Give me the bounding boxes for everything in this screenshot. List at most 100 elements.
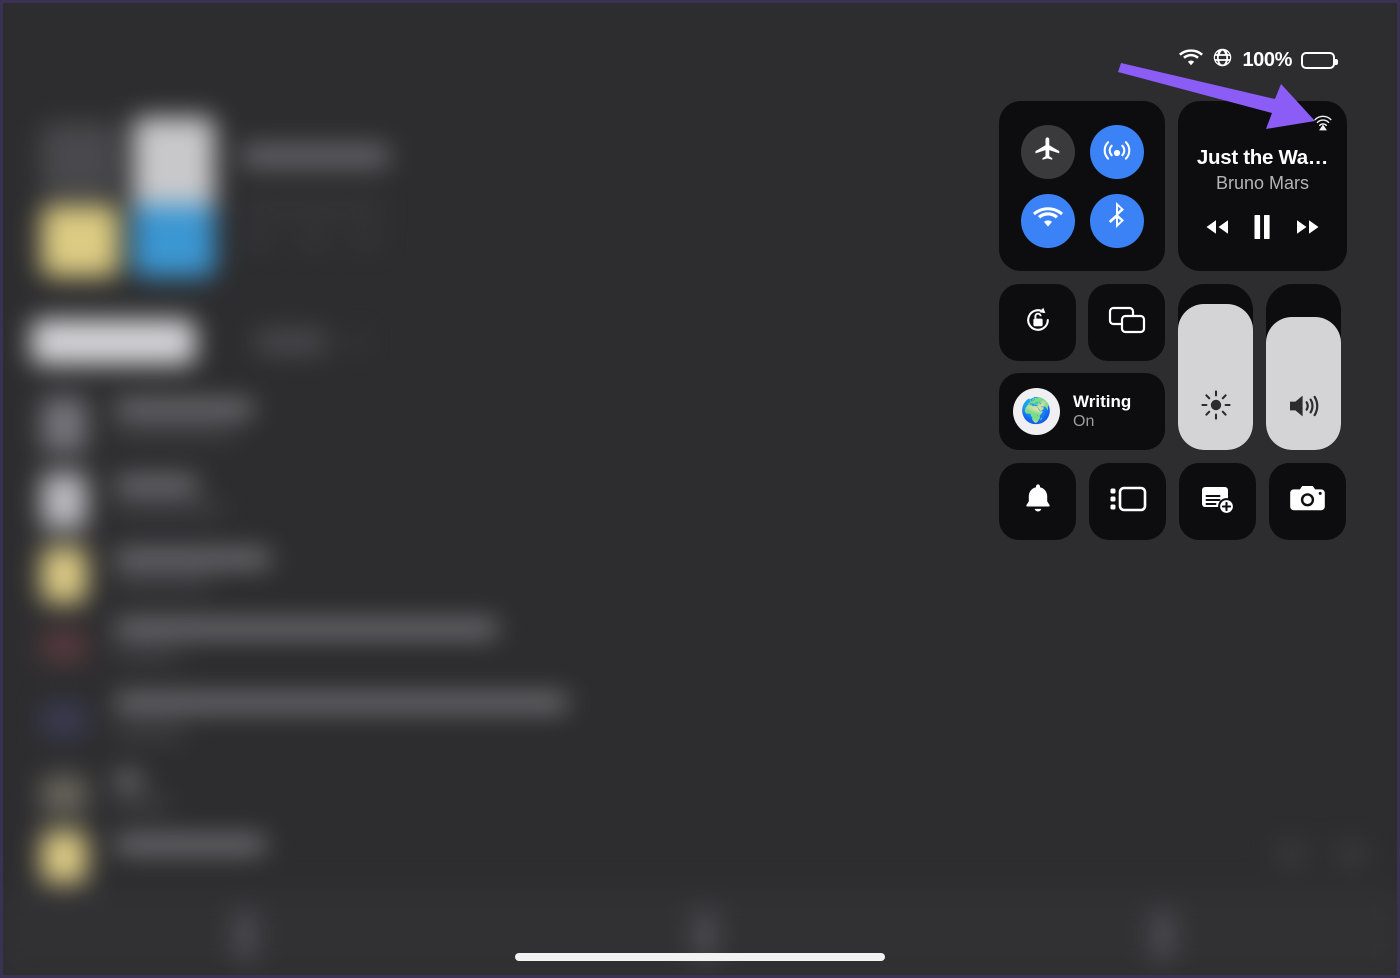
bluetooth-icon (1104, 202, 1130, 239)
wifi-icon (1179, 48, 1204, 72)
mailbox-tile (133, 117, 215, 219)
avatar (41, 775, 87, 815)
screen-mirroring-tile[interactable] (1088, 284, 1165, 361)
control-center-top-row: Just the Wa… Bruno Mars (999, 101, 1347, 271)
rotation-lock-icon (1020, 302, 1056, 343)
avatar (41, 703, 87, 737)
volume-slider[interactable] (1266, 284, 1341, 450)
rewind-icon (1202, 217, 1232, 242)
rotation-lock-tile[interactable] (999, 284, 1076, 361)
row-subtitle (115, 577, 211, 588)
row-subtitle (115, 799, 169, 810)
mailbox-heading (241, 145, 389, 167)
mailbox-tile (133, 205, 215, 277)
list-item (3, 615, 623, 689)
wifi-icon (1032, 206, 1063, 235)
row-subtitle (115, 427, 237, 438)
mailbox-subtext (351, 233, 381, 247)
bluetooth-toggle[interactable] (1089, 193, 1144, 248)
brightness-slider[interactable] (1178, 284, 1253, 450)
fast-forward-icon (1293, 217, 1323, 242)
silent-mode-tile[interactable] (999, 463, 1076, 540)
rewind-button[interactable] (1202, 217, 1232, 242)
mailbox-tile (41, 205, 119, 277)
control-center-middle-row: 🌍 Writing On (999, 284, 1347, 450)
filter-pill (253, 329, 329, 355)
list-item (3, 765, 623, 839)
track-title: Just the Wa… (1196, 146, 1329, 169)
airplane-icon (1033, 134, 1063, 169)
focus-state: On (1073, 413, 1095, 430)
row-subtitle (115, 503, 223, 514)
row-title (115, 477, 197, 492)
list-item (3, 689, 623, 763)
pause-icon (1252, 214, 1272, 245)
airplay-button[interactable] (1312, 114, 1334, 136)
row-title (115, 773, 141, 788)
row-title (115, 621, 497, 636)
tab-item (695, 911, 715, 959)
control-center-bottom-row (999, 463, 1347, 540)
toolbar-chip (351, 333, 365, 351)
toolbar-chip (1275, 843, 1307, 865)
battery-full-icon (1301, 51, 1338, 69)
battery-percent: 100% (1242, 48, 1292, 71)
bottom-tab-bar (3, 889, 1397, 975)
row-subtitle (115, 727, 185, 738)
airdrop-toggle[interactable] (1089, 124, 1144, 179)
avatar (41, 629, 87, 663)
tab-item (1153, 911, 1173, 959)
control-center-middle-left: 🌍 Writing On (999, 284, 1165, 450)
focus-tile[interactable]: 🌍 Writing On (999, 373, 1165, 450)
screen-mirroring-icon (1107, 304, 1147, 341)
brightness-icon (1178, 388, 1253, 422)
track-artist: Bruno Mars (1215, 173, 1310, 193)
avatar (41, 547, 87, 603)
brightness-fill (1178, 303, 1253, 450)
row-title (115, 401, 253, 416)
status-bar: 100% (1179, 47, 1338, 73)
volume-icon (1266, 390, 1341, 422)
camera-icon (1289, 484, 1327, 519)
avatar (41, 473, 87, 529)
tab-item (235, 911, 255, 959)
volume-fill (1266, 317, 1341, 450)
wifi-toggle[interactable] (1020, 193, 1075, 248)
search-field (31, 319, 196, 365)
utility-tiles (999, 284, 1165, 361)
now-playing-module: Just the Wa… Bruno Mars (1178, 101, 1347, 271)
connectivity-module (999, 101, 1165, 271)
home-indicator[interactable] (515, 953, 885, 961)
playback-controls (1192, 214, 1333, 245)
globe-emoji-icon: 🌍 (1013, 388, 1060, 435)
mailbox-grid (33, 117, 389, 278)
list-item (3, 541, 623, 615)
row-subtitle (115, 649, 179, 660)
bell-icon (1022, 482, 1054, 521)
avatar (41, 831, 87, 883)
globe-icon (1212, 47, 1233, 73)
play-pause-button[interactable] (1252, 214, 1272, 245)
stage-manager-tile[interactable] (1089, 463, 1166, 540)
mailbox-subtext (241, 233, 275, 247)
mailbox-tile (41, 123, 119, 195)
control-center: Just the Wa… Bruno Mars 🌍 Writing On (999, 101, 1347, 540)
quick-note-tile[interactable] (1179, 463, 1256, 540)
mailbox-subtext (297, 233, 331, 247)
airplane-mode-toggle[interactable] (1020, 124, 1075, 179)
mailbox-subtext (241, 201, 383, 215)
focus-name: Writing (1073, 392, 1132, 411)
avatar (41, 397, 87, 453)
row-title (115, 551, 270, 566)
focus-labels: Writing On (1073, 392, 1131, 431)
airplay-audio-icon (1312, 112, 1334, 139)
quick-note-icon (1200, 483, 1236, 520)
list-item (3, 467, 623, 541)
fast-forward-button[interactable] (1293, 217, 1323, 242)
camera-tile[interactable] (1269, 463, 1346, 540)
screen-root: 100% Just the Wa… Bruno Mars 🌍 Writing O… (0, 0, 1400, 978)
stage-manager-icon (1109, 484, 1147, 519)
airdrop-icon (1101, 133, 1133, 170)
row-title (115, 695, 567, 710)
toolbar-chip (1335, 843, 1367, 865)
